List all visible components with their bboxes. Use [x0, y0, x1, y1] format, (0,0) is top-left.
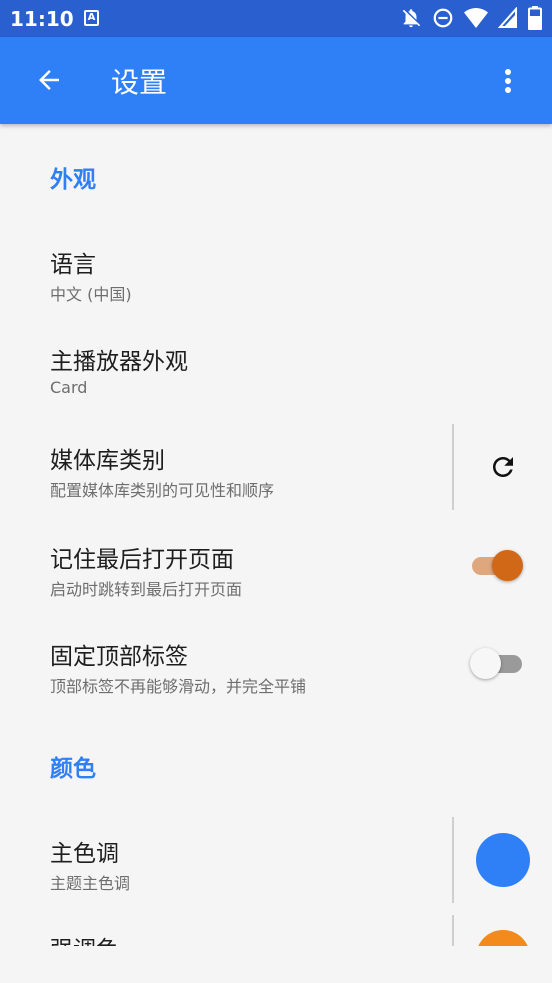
status-time: 11:10 — [10, 7, 74, 31]
setting-title: 媒体库类别 — [50, 448, 165, 474]
settings-list[interactable]: 外观 语言 中文 (中国) 主播放器外观 Card 媒体库类别 配置媒体库类别的… — [0, 124, 552, 946]
more-vert-icon[interactable] — [496, 67, 520, 95]
setting-title: 主播放器外观 — [50, 349, 188, 375]
setting-primary-color[interactable]: 主色调 主题主色调 — [0, 834, 552, 894]
setting-accent-color[interactable]: 强调色 — [0, 930, 552, 946]
toggle-thumb — [492, 550, 523, 581]
app-bar: 设置 — [0, 37, 552, 124]
wifi-icon — [464, 8, 488, 28]
setting-title: 固定顶部标签 — [50, 644, 188, 670]
do-not-disturb-icon — [433, 8, 453, 28]
setting-subtitle: 中文 (中国) — [50, 285, 132, 304]
setting-title: 记住最后打开页面 — [50, 547, 234, 573]
notification-icon: A — [84, 10, 99, 26]
setting-subtitle: 配置媒体库类别的可见性和顺序 — [50, 481, 275, 500]
battery-icon — [528, 6, 542, 30]
setting-title: 语言 — [50, 252, 96, 278]
cell-signal-icon — [498, 7, 517, 28]
divider — [452, 817, 454, 903]
setting-subtitle: 顶部标签不再能够滑动，并完全平铺 — [50, 677, 307, 696]
page-title: 设置 — [111, 66, 168, 99]
section-header-color: 颜色 — [50, 756, 96, 782]
remember-last-page-toggle[interactable] — [470, 548, 524, 582]
refresh-icon[interactable] — [488, 452, 518, 482]
divider — [452, 915, 454, 946]
setting-library-categories[interactable]: 媒体库类别 配置媒体库类别的可见性和顺序 — [0, 441, 552, 501]
notifications-off-icon — [402, 9, 421, 28]
setting-player-appearance[interactable]: 主播放器外观 Card — [0, 342, 552, 402]
primary-color-swatch[interactable] — [476, 833, 530, 887]
setting-title: 强调色 — [50, 930, 119, 946]
arrow-back-icon[interactable] — [34, 65, 64, 95]
setting-subtitle: Card — [50, 378, 88, 397]
toggle-thumb — [470, 648, 501, 679]
status-bar: 11:10 A — [0, 0, 552, 37]
setting-language[interactable]: 语言 中文 (中国) — [0, 245, 552, 305]
setting-subtitle: 启动时跳转到最后打开页面 — [50, 580, 243, 599]
status-icons — [390, 6, 542, 30]
section-header-appearance: 外观 — [50, 167, 96, 193]
divider — [452, 424, 454, 510]
fixed-tabs-toggle[interactable] — [470, 646, 524, 680]
setting-subtitle: 主题主色调 — [50, 874, 131, 893]
setting-title: 主色调 — [50, 841, 119, 867]
